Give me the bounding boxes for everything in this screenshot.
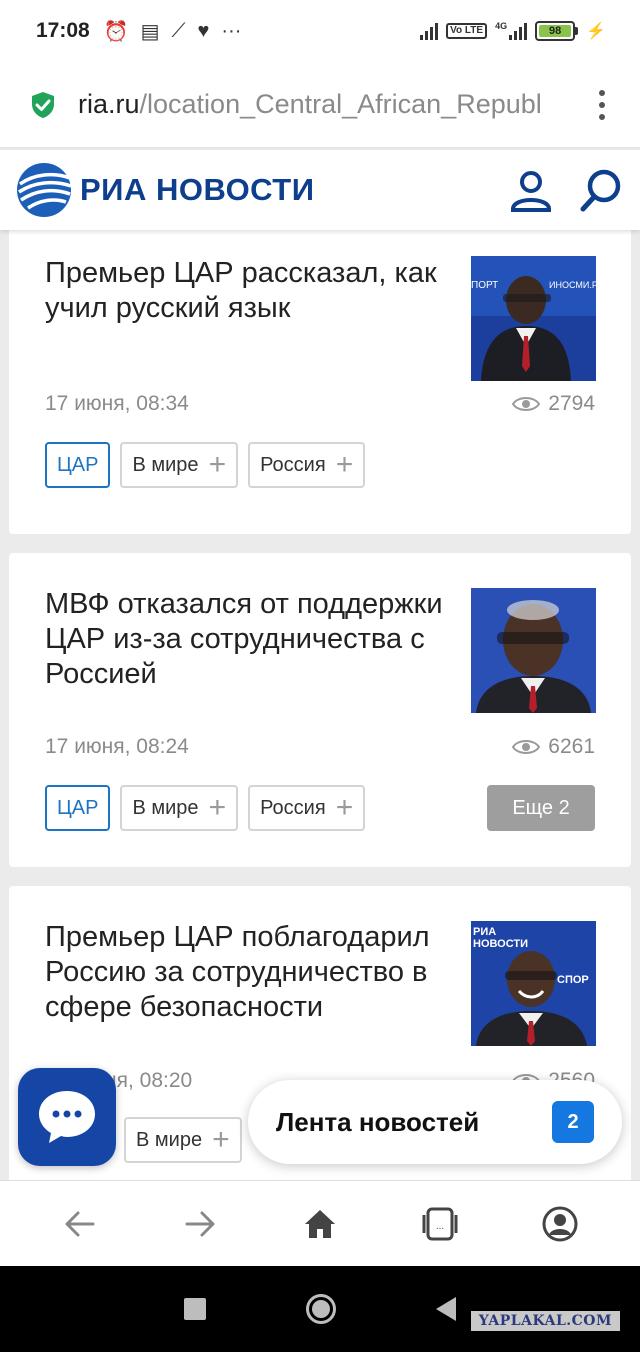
address-bar[interactable]: ria.ru/location_Central_African_Republ <box>0 62 640 148</box>
back-button[interactable] <box>58 1202 102 1246</box>
site-logo[interactable]: РИА НОВОСТИ <box>16 162 315 218</box>
news-count-badge: 2 <box>552 1101 594 1143</box>
kebab-menu-icon[interactable] <box>592 89 612 120</box>
more-icon: ··· <box>221 19 242 42</box>
news-feed-label: Лента новостей <box>276 1106 480 1137</box>
svg-text:ИНОСМИ.РУ: ИНОСМИ.РУ <box>549 280 596 290</box>
message-icon: ▤ <box>140 20 160 43</box>
tag-rossiya[interactable]: Россия + <box>248 442 366 488</box>
view-count: 6261 <box>512 735 595 759</box>
article-date: 17 июня, 08:34 <box>45 392 189 415</box>
news-feed-button[interactable]: Лента новостей 2 <box>248 1080 622 1164</box>
plus-icon[interactable]: + <box>209 793 227 823</box>
eye-icon <box>512 740 541 754</box>
home-circle-icon[interactable] <box>306 1294 336 1324</box>
chat-button[interactable] <box>18 1068 116 1166</box>
news-feed: Премьер ЦАР рассказал, как учил русский … <box>0 230 640 1180</box>
svg-text:НОВОСТИ: НОВОСТИ <box>473 938 528 950</box>
shoe-icon: ⟋ <box>171 19 186 42</box>
plus-icon[interactable]: + <box>336 793 354 823</box>
plus-icon[interactable]: + <box>209 450 227 480</box>
chat-bubble-icon <box>39 1091 95 1143</box>
network-type: 4G <box>495 21 508 31</box>
logo-text: РИА НОВОСТИ <box>80 172 315 207</box>
tabs-button[interactable]: ... <box>418 1202 462 1246</box>
article-title[interactable]: Премьер ЦАР рассказал, как учил русский … <box>45 256 455 326</box>
clock: 17:08 <box>36 19 90 42</box>
battery-icon: 98 <box>535 21 579 41</box>
globe-logo-icon <box>17 163 72 217</box>
arrow-left-icon <box>65 1211 95 1236</box>
article-date: ня, 08:20 <box>105 1069 193 1092</box>
article-date: 17 июня, 08:24 <box>45 735 189 758</box>
search-icon[interactable] <box>578 167 624 213</box>
tag-v-mire[interactable]: В мире + <box>124 1117 242 1163</box>
signal-icon <box>420 22 439 40</box>
tag-car[interactable]: ЦАР <box>45 785 111 831</box>
tag-v-mire[interactable]: В мире + <box>120 785 239 831</box>
tag-car[interactable]: ЦАР <box>45 442 111 488</box>
svg-text:...: ... <box>436 1221 444 1232</box>
tabs-icon: ... <box>422 1207 458 1240</box>
home-button[interactable] <box>298 1202 342 1246</box>
article-thumbnail[interactable]: РИА НОВОСТИ СПОР <box>471 921 596 1046</box>
site-header: РИА НОВОСТИ <box>0 150 640 230</box>
article-thumbnail[interactable]: ПОРТ ИНОСМИ.РУ <box>471 256 596 381</box>
news-card[interactable]: Премьер ЦАР рассказал, как учил русский … <box>9 230 631 534</box>
system-navigation <box>0 1266 640 1352</box>
browser-toolbar: ... <box>0 1180 640 1266</box>
battery-level: 98 <box>539 25 572 37</box>
more-tags-button[interactable]: Еще 2 <box>487 785 595 831</box>
account-circle-icon <box>542 1206 578 1241</box>
watermark: YAPLAKAL.COM <box>470 1311 620 1331</box>
back-triangle-icon[interactable] <box>436 1297 456 1321</box>
article-title[interactable]: МВФ отказался от поддержки ЦАР из-за сот… <box>45 587 455 692</box>
charging-icon: ⚡ <box>586 23 606 40</box>
article-title[interactable]: Премьер ЦАР поблагодарил Россию за сотру… <box>45 920 465 1025</box>
alarm-icon: ⏰ <box>103 20 129 43</box>
plus-icon[interactable]: + <box>336 450 354 480</box>
account-button[interactable] <box>538 1202 582 1246</box>
eye-icon <box>512 397 541 411</box>
svg-text:СПОР: СПОР <box>557 974 589 986</box>
news-card[interactable]: МВФ отказался от поддержки ЦАР из-за сот… <box>9 553 631 867</box>
url-text[interactable]: ria.ru/location_Central_African_Republ <box>78 89 576 120</box>
tag-v-mire[interactable]: В мире + <box>120 442 239 488</box>
tag-rossiya[interactable]: Россия + <box>248 785 366 831</box>
notification-icons: ⏰ ▤ ⟋ ♥ ··· <box>104 19 242 44</box>
volte-icon: Vo LTE <box>446 23 488 39</box>
article-thumbnail[interactable] <box>471 588 596 713</box>
status-bar: 17:08 ⏰ ▤ ⟋ ♥ ··· Vo LTE 4G 98 ⚡ <box>0 0 640 62</box>
svg-text:РИА: РИА <box>473 926 496 938</box>
view-count: 2794 <box>512 392 595 416</box>
plus-icon[interactable]: + <box>212 1125 230 1155</box>
heart-icon: ♥ <box>197 19 210 42</box>
arrow-right-icon <box>185 1211 215 1236</box>
user-icon[interactable] <box>508 167 554 213</box>
forward-button[interactable] <box>178 1202 222 1246</box>
home-icon <box>305 1209 335 1238</box>
shield-check-icon <box>32 91 54 118</box>
signal-icon-2 <box>509 22 528 40</box>
svg-text:ПОРТ: ПОРТ <box>471 280 498 291</box>
recents-icon[interactable] <box>184 1298 206 1320</box>
